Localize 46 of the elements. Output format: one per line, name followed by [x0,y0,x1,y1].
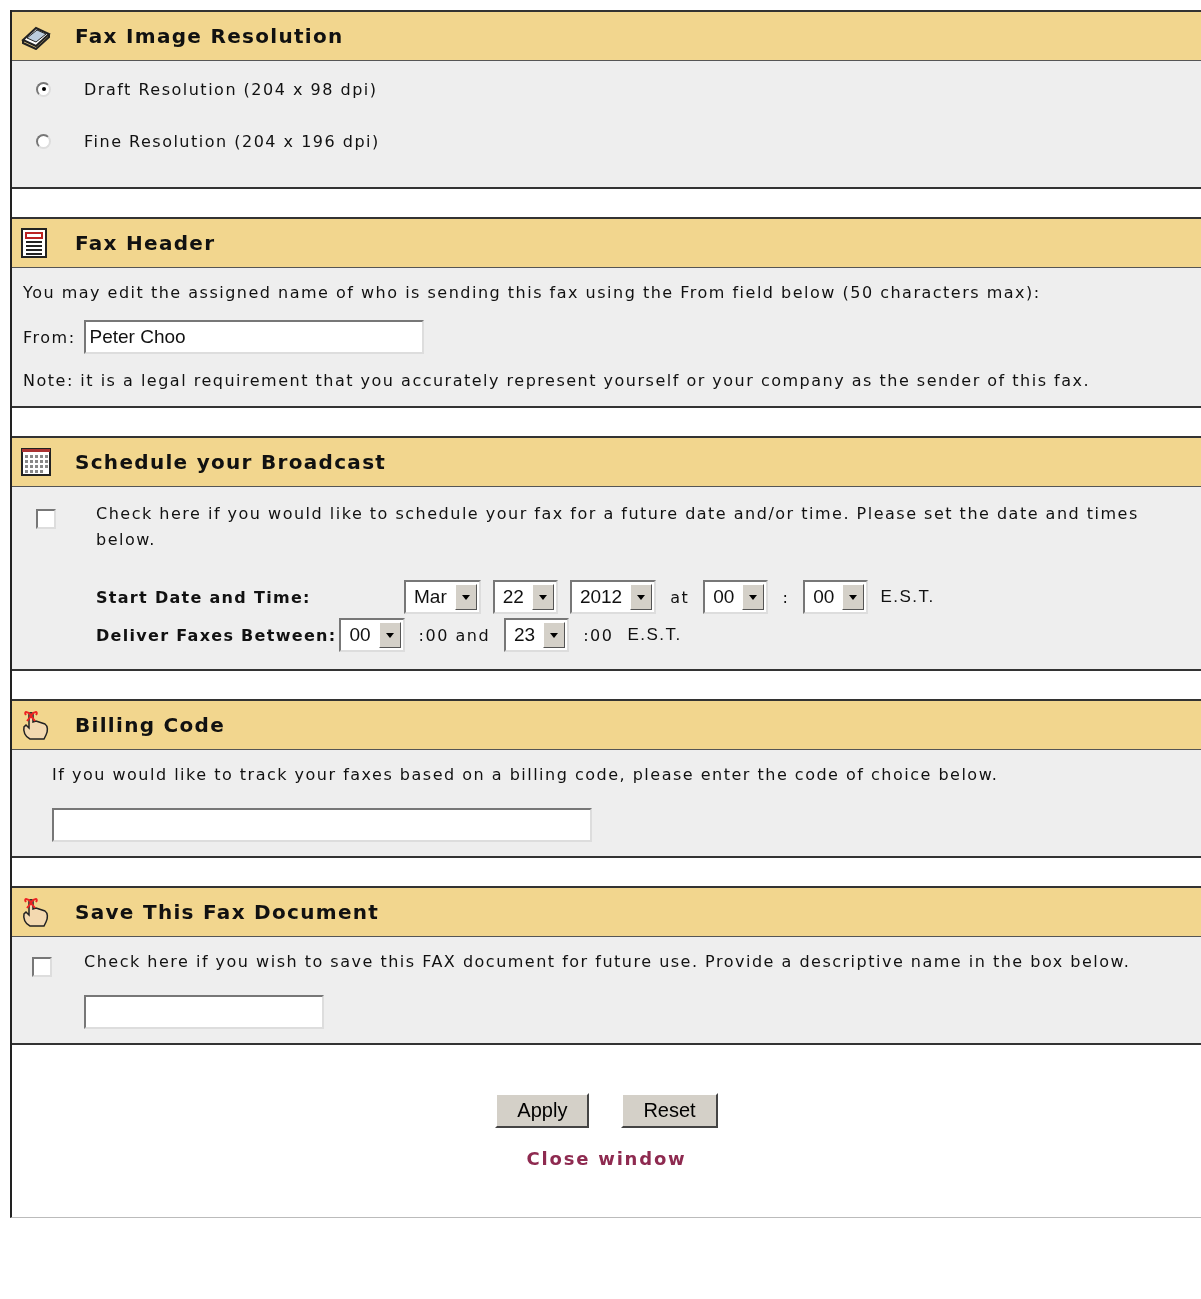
input-field[interactable] [52,808,592,842]
dropdown[interactable]: 2012 [569,580,657,614]
caret-icon [630,584,653,610]
row-label: Start Date and Time: [96,587,312,607]
row-label: Deliver Faxes Between: [96,625,337,645]
label-text: at [670,587,690,607]
description-text: Check here if you wish to save this FAX document for future use. Provide a descriptive name in the box below. [84,951,1132,973]
radio-button[interactable] [36,81,51,97]
section-title: Save This Fax Document [75,900,380,924]
dropdown[interactable]: 00 [339,618,405,652]
description-text: If you would like to track your faxes based on a billing code, please enter the code of choice below. [52,764,1000,786]
caret-icon [742,584,765,610]
checkbox[interactable] [36,509,56,529]
field-label: From: [23,327,76,347]
section-title: Billing Code [75,713,226,737]
dropdown[interactable]: 00 [803,580,869,614]
caret-icon [454,584,477,610]
dropdown[interactable]: 23 [504,618,570,652]
dropdown[interactable]: 22 [492,580,558,614]
calendar-icon [20,446,54,478]
timezone-label: E.S.T. [880,587,935,607]
dropdown[interactable]: Mar [404,580,481,614]
checkbox[interactable] [32,957,52,977]
dropdown[interactable]: 00 [703,580,769,614]
description-text: Check here if you would like to schedule your fax for a future date and/or time. Please set the date and times below. [96,503,1140,551]
section-title: Fax Image Resolution [75,24,344,48]
radio-button[interactable] [36,133,51,149]
input-field[interactable]: Peter Choo [83,320,424,354]
label-text: :00 and [418,625,491,645]
section-title: Schedule your Broadcast [75,450,387,474]
form-button[interactable]: Reset [621,1093,718,1128]
note-text: Note: it is a legal requirement that you accurately represent yourself or your company as the sender of this fax. [23,370,1092,392]
form-button[interactable]: Apply [495,1093,590,1128]
caret-icon [531,584,554,610]
close-link[interactable]: Close window [526,1148,687,1169]
input-field[interactable] [84,995,324,1029]
intro-text: You may edit the assigned name of who is sending this fax using the From field below (50 characters max): [23,282,1042,304]
option-label: Draft Resolution (204 x 98 dpi) [84,79,378,99]
timezone-label: E.S.T. [627,625,682,645]
caret-icon [378,622,401,648]
caret-icon [842,584,865,610]
label-text: : [782,587,790,607]
caret-icon [543,622,566,648]
label-text: :00 [583,625,614,645]
section-title: Fax Header [75,231,216,255]
option-label: Fine Resolution (204 x 196 dpi) [84,131,380,151]
